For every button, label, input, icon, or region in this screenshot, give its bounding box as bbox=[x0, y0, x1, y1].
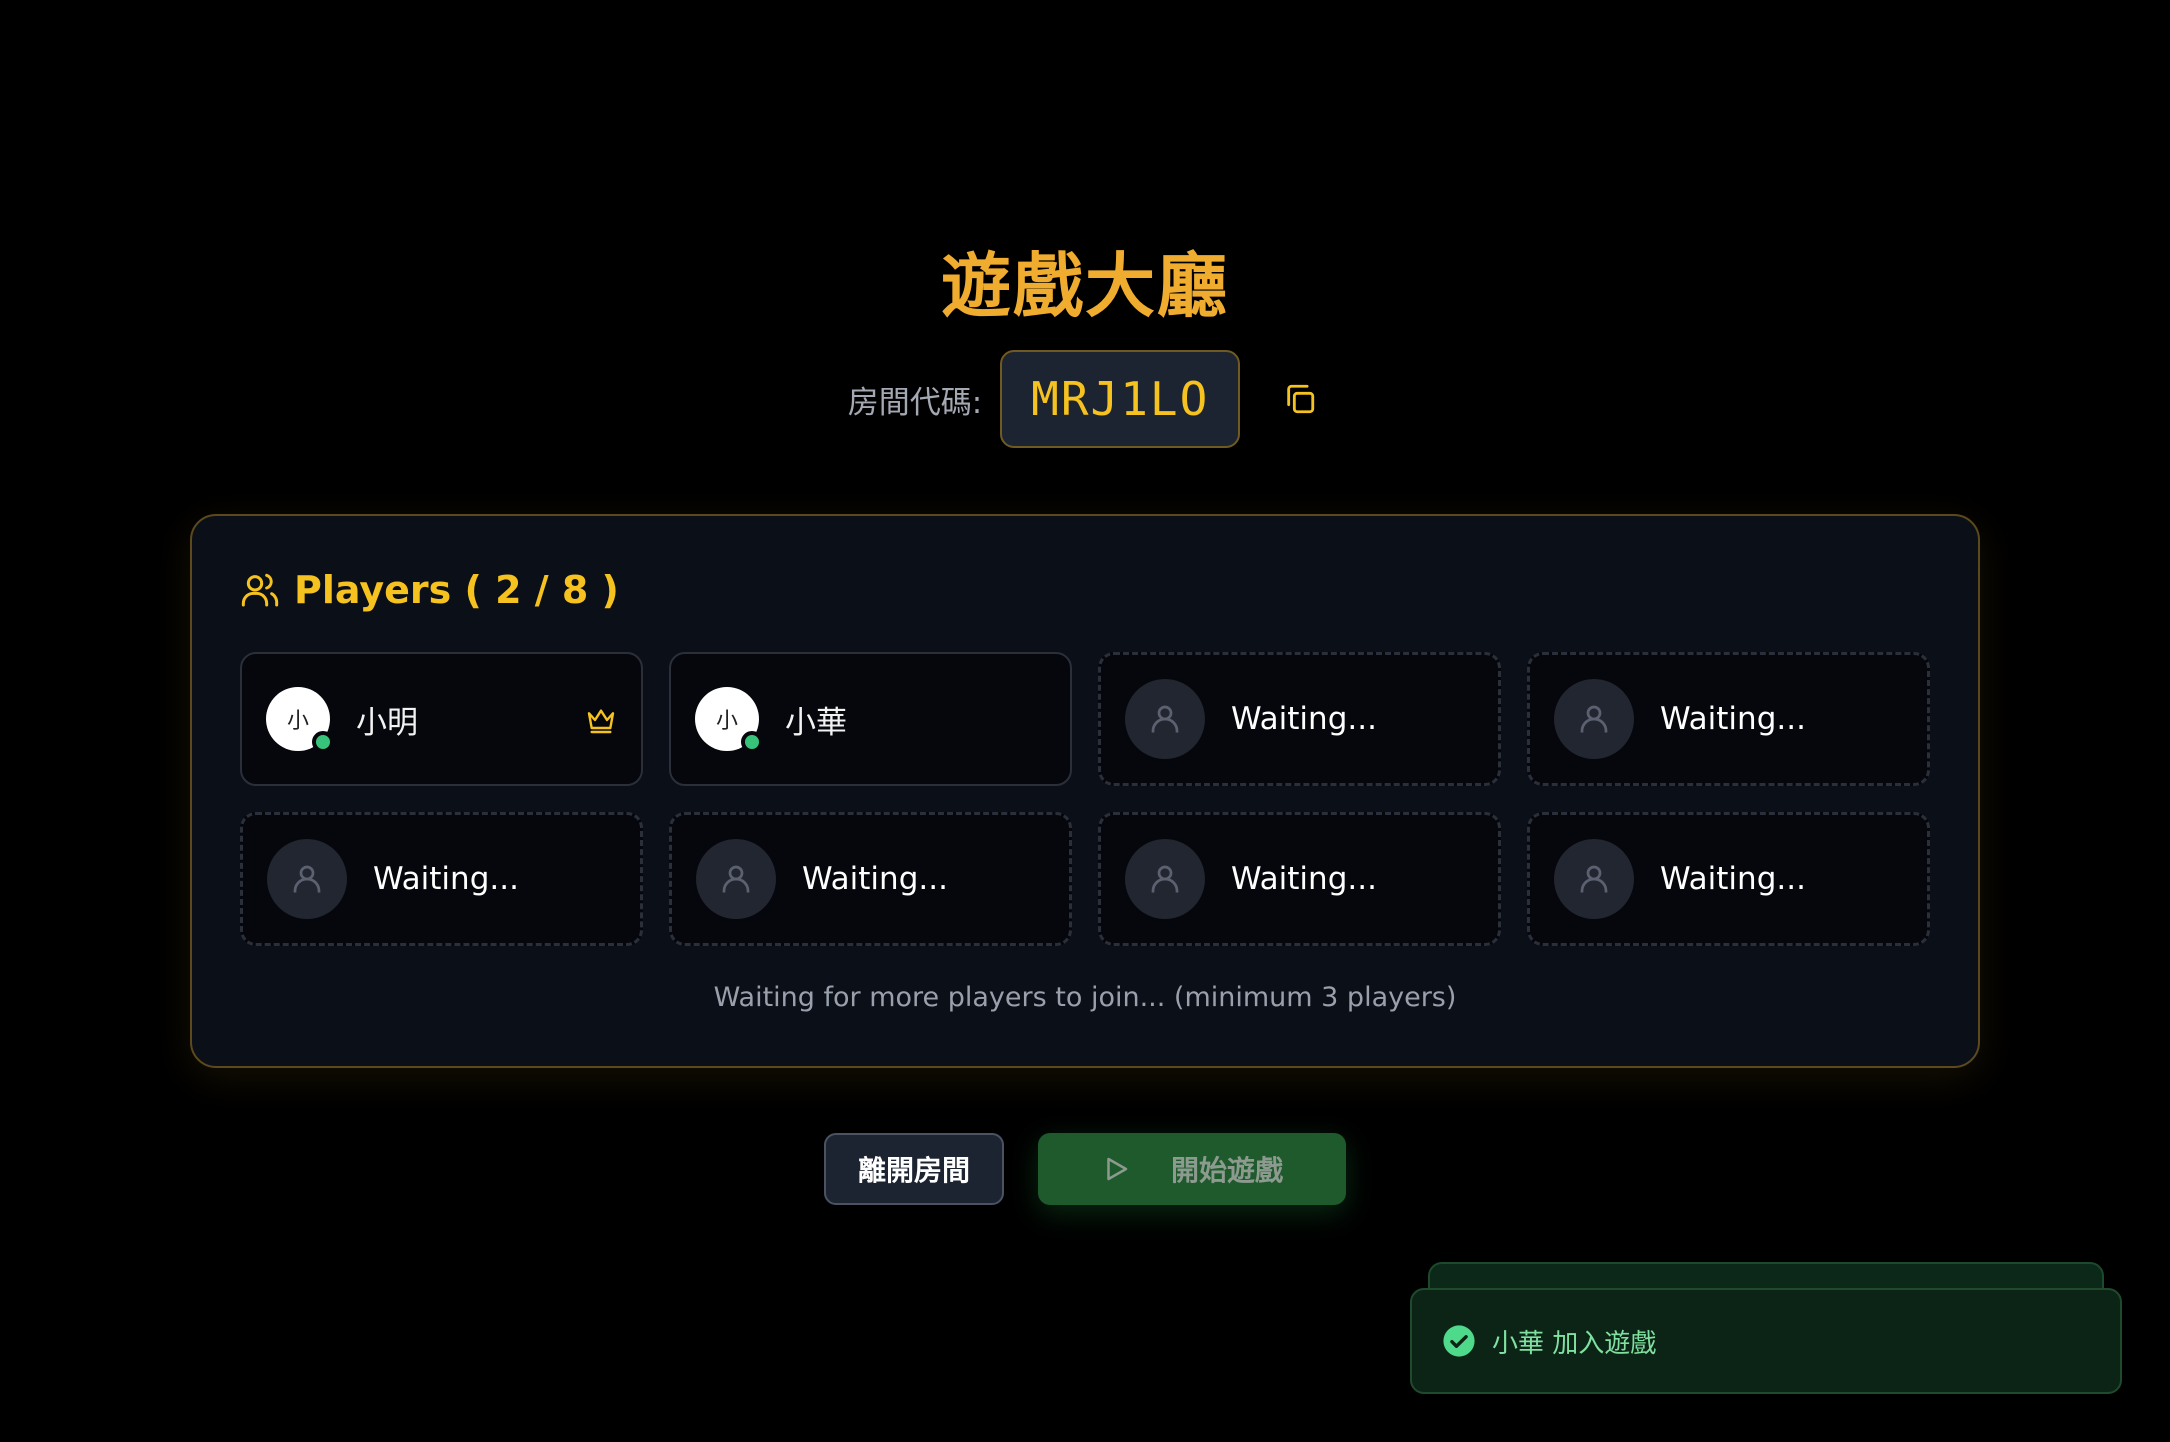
user-placeholder-avatar bbox=[1125, 839, 1205, 919]
player-name: 小明 bbox=[356, 704, 418, 741]
user-placeholder-avatar bbox=[696, 839, 776, 919]
waiting-label: Waiting... bbox=[1660, 701, 1806, 737]
game-lobby-page: 遊戲大廳 房間代碼: MRJ1LO Players ( 2 / 8 ) 小 小明… bbox=[0, 0, 2170, 1442]
players-panel-header: Players ( 2 / 8 ) bbox=[240, 568, 619, 612]
player-slots-grid: 小 小明 小 小華 Waiting... Waiting... Waiting.… bbox=[240, 652, 1930, 946]
empty-player-slot: Waiting... bbox=[1098, 812, 1501, 946]
empty-player-slot: Waiting... bbox=[1098, 652, 1501, 786]
play-icon bbox=[1107, 1157, 1128, 1181]
user-icon bbox=[722, 865, 750, 893]
waiting-for-players-message: Waiting for more players to join... (min… bbox=[713, 982, 1457, 1013]
player-slot: 小 小明 bbox=[240, 652, 643, 786]
user-icon bbox=[1580, 705, 1608, 733]
players-count-title: Players ( 2 / 8 ) bbox=[294, 568, 619, 612]
empty-player-slot: Waiting... bbox=[669, 812, 1072, 946]
waiting-label: Waiting... bbox=[802, 861, 948, 897]
waiting-label: Waiting... bbox=[1660, 861, 1806, 897]
room-code-row: 房間代碼: MRJ1LO bbox=[0, 350, 2170, 448]
copy-icon bbox=[1287, 384, 1315, 414]
page-title: 遊戲大廳 bbox=[941, 245, 1229, 327]
users-icon bbox=[241, 573, 279, 607]
room-code-display: MRJ1LO bbox=[1000, 350, 1241, 448]
notification-toast: 小華 加入遊戲 bbox=[1410, 1288, 2122, 1394]
waiting-label: Waiting... bbox=[1231, 861, 1377, 897]
start-game-button[interactable]: 開始遊戲 bbox=[1038, 1133, 1346, 1205]
online-status-dot bbox=[741, 731, 763, 753]
copy-room-code-button[interactable] bbox=[1278, 377, 1322, 421]
user-icon bbox=[1151, 705, 1179, 733]
avatar: 小 bbox=[695, 687, 763, 753]
check-circle-icon bbox=[1443, 1325, 1475, 1357]
players-panel: Players ( 2 / 8 ) 小 小明 小 小華 Waiting... W… bbox=[190, 514, 1980, 1068]
user-icon bbox=[293, 865, 321, 893]
user-icon bbox=[1580, 865, 1608, 893]
avatar: 小 bbox=[266, 687, 334, 753]
empty-player-slot: Waiting... bbox=[240, 812, 643, 946]
avatar-initial: 小 bbox=[715, 709, 738, 734]
toast-message: 小華 加入遊戲 bbox=[1492, 1328, 1657, 1359]
empty-player-slot: Waiting... bbox=[1527, 812, 1930, 946]
player-name: 小華 bbox=[785, 704, 847, 741]
waiting-label: Waiting... bbox=[1231, 701, 1377, 737]
user-placeholder-avatar bbox=[1125, 679, 1205, 759]
user-placeholder-avatar bbox=[1554, 839, 1634, 919]
waiting-label: Waiting... bbox=[373, 861, 519, 897]
player-slot: 小 小華 bbox=[669, 652, 1072, 786]
start-game-label: 開始遊戲 bbox=[1170, 1154, 1283, 1187]
user-placeholder-avatar bbox=[267, 839, 347, 919]
avatar-initial: 小 bbox=[286, 709, 309, 734]
lobby-actions: 離開房間 開始遊戲 bbox=[0, 1133, 2170, 1205]
leave-room-button[interactable]: 離開房間 bbox=[824, 1133, 1004, 1205]
room-code-label: 房間代碼: bbox=[847, 384, 983, 421]
crown-icon bbox=[587, 709, 615, 734]
empty-player-slot: Waiting... bbox=[1527, 652, 1930, 786]
user-icon bbox=[1151, 865, 1179, 893]
user-placeholder-avatar bbox=[1554, 679, 1634, 759]
online-status-dot bbox=[312, 731, 334, 753]
